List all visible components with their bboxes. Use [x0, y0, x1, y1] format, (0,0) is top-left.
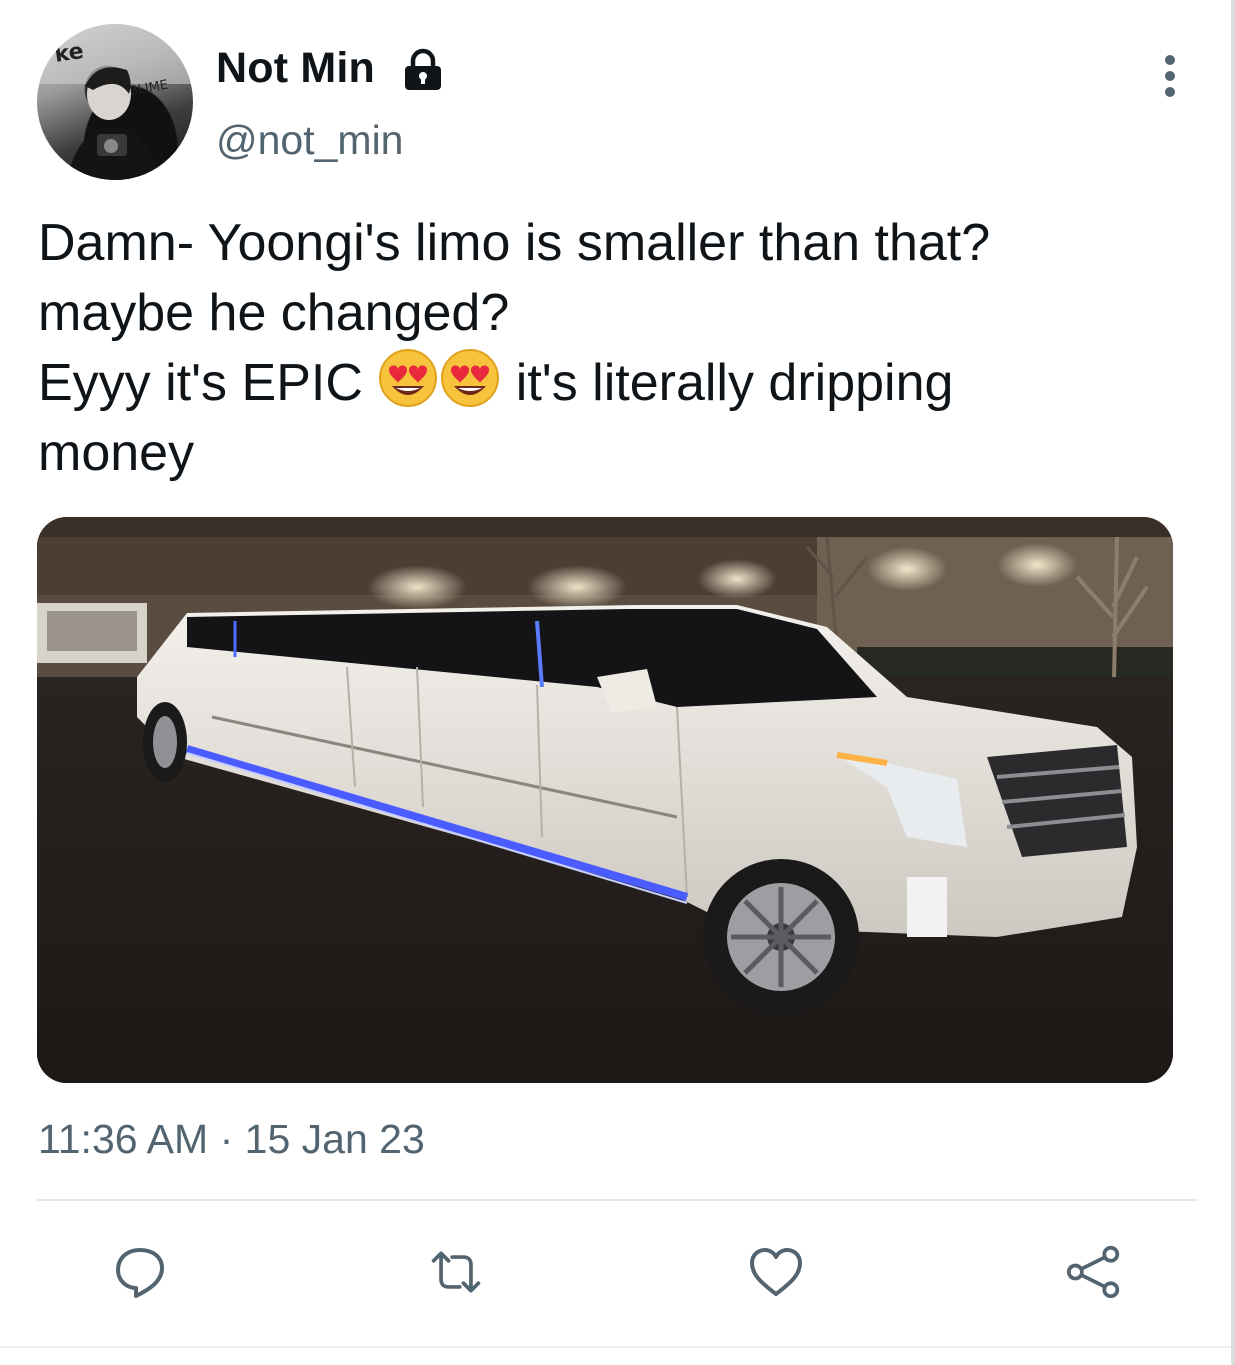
reply-icon[interactable]: [112, 1244, 168, 1300]
tweet-line: Damn- Yoongi's limo is smaller than that…: [38, 214, 991, 272]
share-icon[interactable]: [1066, 1244, 1122, 1300]
tweet-line-segment: Eyyy it's EPIC: [38, 354, 363, 412]
limousine-photo-icon: [37, 517, 1173, 1083]
tweet-media[interactable]: [37, 517, 1173, 1083]
retweet-icon[interactable]: [428, 1244, 484, 1300]
tweet-line: money: [38, 424, 195, 482]
more-options-icon[interactable]: [1150, 52, 1190, 100]
tweet-date: 15 Jan 23: [244, 1116, 425, 1162]
avatar[interactable]: ke BLIME: [37, 24, 193, 180]
meta-separator: ·: [219, 1116, 234, 1162]
heart-eyes-emoji-icon: [441, 349, 500, 407]
window-edge: [1231, 0, 1235, 1365]
profile-photo-icon: ke BLIME: [37, 24, 193, 180]
lock-icon: [405, 48, 441, 90]
divider: [0, 1346, 1235, 1348]
like-icon[interactable]: [748, 1244, 804, 1300]
tweet-detail-view: ke BLIME Not Min @not_min Damn- Yoongi's…: [0, 0, 1235, 1365]
display-name[interactable]: Not Min: [216, 44, 375, 93]
tweet-line-segment: it's literally dripping: [515, 354, 954, 412]
user-handle[interactable]: @not_min: [216, 117, 403, 164]
divider: [37, 1199, 1198, 1201]
svg-text:ke: ke: [53, 39, 85, 68]
tweet-time: 11:36 AM: [38, 1116, 209, 1162]
tweet-text: Damn- Yoongi's limo is smaller than that…: [38, 208, 1198, 488]
heart-eyes-emoji-icon: [379, 349, 438, 407]
tweet-line-with-emoji: Eyyy it's EPIC it's literally dripping: [38, 348, 1198, 418]
tweet-timestamp[interactable]: 11:36 AM · 15 Jan 23: [38, 1116, 425, 1163]
tweet-line: maybe he changed?: [38, 284, 510, 342]
